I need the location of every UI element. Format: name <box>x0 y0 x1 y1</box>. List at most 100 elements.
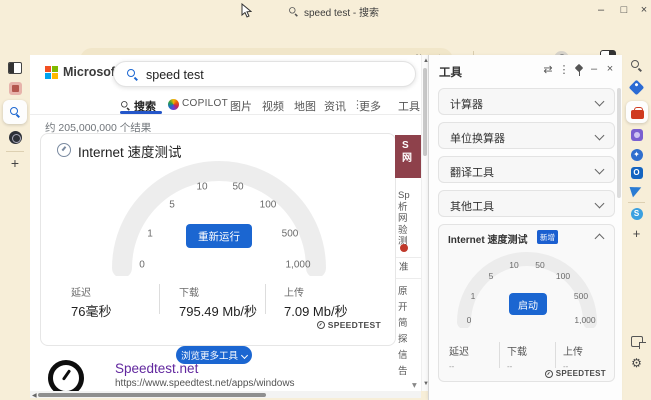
metric-value: 795.49 Mb/秒 <box>179 301 257 320</box>
browser-tab[interactable]: speed test - 搜索 <box>288 4 379 19</box>
tab-news[interactable]: 资讯 <box>324 98 346 114</box>
clipped-red-icon <box>400 244 408 252</box>
bing-search-box[interactable]: speed test <box>113 61 416 87</box>
accordion-calculator[interactable]: 计算器 <box>438 88 615 115</box>
chevron-down-icon <box>595 165 605 175</box>
panel-more-icon[interactable]: ⋮ <box>557 63 571 76</box>
panel-speed-gauge: 0 1 5 10 50 100 500 1,000 启动 <box>452 250 602 328</box>
web-page: Microsoft Bing speed test 搜索 COPILOT 图片 … <box>30 55 421 391</box>
window-close-button[interactable]: × <box>633 0 651 20</box>
pin-icon[interactable] <box>574 65 584 76</box>
accordion-speed-test-expanded[interactable]: Internet 速度测试 新增 0 1 5 10 50 100 500 1,0… <box>438 224 615 382</box>
scrollbar-thumb[interactable] <box>423 68 427 156</box>
tab-videos[interactable]: 视频 <box>262 98 284 114</box>
result-title-link[interactable]: Speedtest.net <box>115 361 198 376</box>
start-button[interactable]: 启动 <box>509 293 547 315</box>
accordion-label: 单位换算器 <box>450 130 505 146</box>
scrollbar-thumb[interactable] <box>38 393 266 397</box>
search-icon <box>631 60 642 71</box>
gauge-label: 5 <box>489 271 494 281</box>
window-minimize-button[interactable]: – <box>590 0 612 20</box>
paper-plane-icon <box>630 184 644 198</box>
vertical-tab-reader[interactable] <box>0 82 30 95</box>
panel-close-icon[interactable]: × <box>603 63 617 75</box>
accordion-label: 计算器 <box>450 96 483 112</box>
new-tab-button[interactable]: + <box>0 155 30 171</box>
sidebar-settings[interactable]: ⚙ <box>622 356 651 370</box>
speed-card-title: Internet 速度测试 <box>78 141 182 161</box>
sidebar-shopping[interactable] <box>622 82 651 93</box>
chevron-down-icon <box>241 351 248 358</box>
search-icon <box>127 69 138 80</box>
metric-value: 76毫秒 <box>71 301 111 320</box>
sidebar-games[interactable] <box>622 129 651 141</box>
vertical-tab-globe[interactable] <box>0 131 30 144</box>
reader-tab-icon <box>9 82 22 95</box>
rerun-button[interactable]: 重新运行 <box>186 224 252 248</box>
microsoft-logo-icon <box>45 66 58 79</box>
latency-metric: 延迟 -- <box>449 343 469 371</box>
metric-label: 延迟 <box>449 343 469 358</box>
skype-icon: S <box>631 208 643 220</box>
download-metric: 下载 795.49 Mb/秒 <box>179 284 257 320</box>
speedtest-logo-icon <box>545 370 553 378</box>
window-maximize-button[interactable]: □ <box>613 0 635 20</box>
speedtest-logo-icon <box>317 321 325 329</box>
result-url[interactable]: https://www.speedtest.net/apps/windows <box>115 378 295 389</box>
vertical-tab-page[interactable] <box>0 62 30 74</box>
clipped-text: 准 <box>399 262 409 274</box>
tabs-divider <box>30 114 421 115</box>
tab-maps[interactable]: 地图 <box>294 98 316 114</box>
mouse-cursor <box>240 3 252 19</box>
metric-value: -- <box>507 362 527 371</box>
games-icon <box>631 129 643 141</box>
clipped-text-column: 原 开 简 探 信 告 <box>398 284 408 380</box>
metric-separator <box>159 284 160 314</box>
upload-metric: 上传 -- <box>563 343 583 371</box>
screenshot-icon <box>631 336 643 347</box>
search-query-text[interactable]: speed test <box>146 68 204 82</box>
browser-toolbar: ← ↻ https://www.bing.com/search?q=speed%… <box>0 22 651 55</box>
tab-copilot[interactable]: COPILOT <box>182 98 228 109</box>
tab-more[interactable]: 更多 <box>359 98 381 114</box>
sidebar-screenshot[interactable] <box>622 336 651 347</box>
swap-icon[interactable]: ⇄ <box>541 63 555 76</box>
chevron-down-icon <box>595 199 605 209</box>
metric-label: 下载 <box>179 284 257 299</box>
metric-separator <box>265 284 266 314</box>
panel-scrollbar-thumb[interactable] <box>617 88 621 198</box>
accordion-translator[interactable]: 翻译工具 <box>438 156 615 183</box>
sidebar-tools-active[interactable] <box>626 101 648 123</box>
scroll-left-icon[interactable]: ◀ <box>32 392 37 399</box>
metric-value: -- <box>449 362 469 371</box>
speed-test-card: Internet 速度测试 0 1 5 10 50 100 500 1,000 … <box>40 133 396 346</box>
sidebar-outlook[interactable]: O <box>622 167 651 179</box>
gauge-label: 0 <box>139 260 145 271</box>
clipped-down-arrow: ▾ <box>412 380 417 392</box>
page-tab-icon <box>8 62 22 74</box>
metric-label: 延迟 <box>71 284 111 299</box>
copilot-icon <box>168 99 179 110</box>
accordion-other-tools[interactable]: 其他工具 <box>438 190 615 217</box>
gauge-label: 10 <box>196 182 207 193</box>
vertical-tab-search-active[interactable] <box>3 100 27 124</box>
speedtest-attribution: SPEEDTEST <box>317 320 381 330</box>
browser-window: speed test - 搜索 – □ × ← ↻ https://www.bi… <box>0 0 651 400</box>
speed-tool-title: Internet 速度测试 <box>448 231 527 246</box>
sidebar-drop[interactable] <box>622 185 651 196</box>
rail-divider <box>6 151 24 152</box>
accordion-unit-converter[interactable]: 单位换算器 <box>438 122 615 149</box>
sidebar-skype[interactable]: S <box>622 208 651 220</box>
sidebar-microsoft-365[interactable]: ✦ <box>622 149 651 161</box>
attribution-text: SPEEDTEST <box>328 320 381 330</box>
tab-tools[interactable]: 工具 <box>398 98 420 114</box>
serp-ad-card[interactable]: S 网 <box>395 135 421 178</box>
sidebar-add-button[interactable]: + <box>622 226 651 241</box>
panel-minimize-icon[interactable]: – <box>587 63 601 75</box>
gauge-label: 50 <box>232 182 243 193</box>
accordion-label: 其他工具 <box>450 198 494 214</box>
tab-images[interactable]: 图片 <box>230 98 252 114</box>
sidebar-search[interactable] <box>622 60 651 71</box>
panel-title: 工具 <box>439 64 462 80</box>
gauge-label: 100 <box>556 271 570 281</box>
